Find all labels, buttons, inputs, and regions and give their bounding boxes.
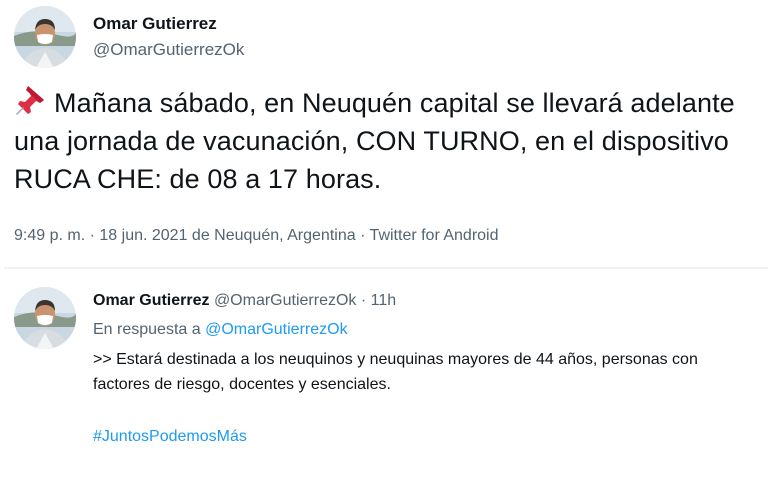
meta-separator: · [89, 227, 95, 244]
author-name[interactable]: Omar Gutierrez [93, 14, 217, 34]
author-handle[interactable]: @OmarGutierrezOk [93, 40, 244, 60]
in-reply-to-handle[interactable]: @OmarGutierrezOk [205, 321, 347, 338]
tweet-thread: Omar Gutierrez @OmarGutierrezOk Mañana s… [0, 0, 768, 488]
meta-separator: · [360, 227, 366, 244]
reply-author-handle[interactable]: @OmarGutierrezOk [214, 292, 356, 309]
main-tweet: Omar Gutierrez @OmarGutierrezOk Mañana s… [0, 0, 768, 268]
tweet-time[interactable]: 9:49 p. m. [14, 227, 85, 244]
reply-text: >> Estará destinada a los neuquinos y ne… [93, 351, 698, 393]
profile-photo-icon [14, 6, 76, 68]
reply-header: Omar Gutierrez @OmarGutierrezOk · 11h [93, 292, 396, 310]
divider [4, 267, 768, 269]
reply-time[interactable]: 11h [371, 292, 397, 309]
reply-separator: · [360, 292, 367, 309]
reply-author-name[interactable]: Omar Gutierrez [93, 292, 209, 309]
tweet-body: Mañana sábado, en Neuquén capital se lle… [14, 88, 735, 194]
reply-avatar[interactable] [14, 287, 76, 349]
tweet-source[interactable]: Twitter for Android [370, 227, 499, 244]
profile-photo-icon [14, 287, 76, 349]
tweet-meta: 9:49 p. m. · 18 jun. 2021 de Neuquén, Ar… [14, 227, 499, 245]
tweet-date[interactable]: 18 jun. 2021 [99, 227, 187, 244]
pushpin-icon [14, 84, 48, 116]
in-reply-to-label: En respuesta a [93, 321, 201, 338]
avatar[interactable] [14, 6, 76, 68]
hashtag-link[interactable]: #JuntosPodemosMás [93, 428, 247, 446]
in-reply-to: En respuesta a @OmarGutierrezOk [93, 321, 348, 339]
tweet-location[interactable]: de Neuquén, Argentina [192, 227, 356, 244]
tweet-text: Mañana sábado, en Neuquén capital se lle… [14, 84, 754, 198]
